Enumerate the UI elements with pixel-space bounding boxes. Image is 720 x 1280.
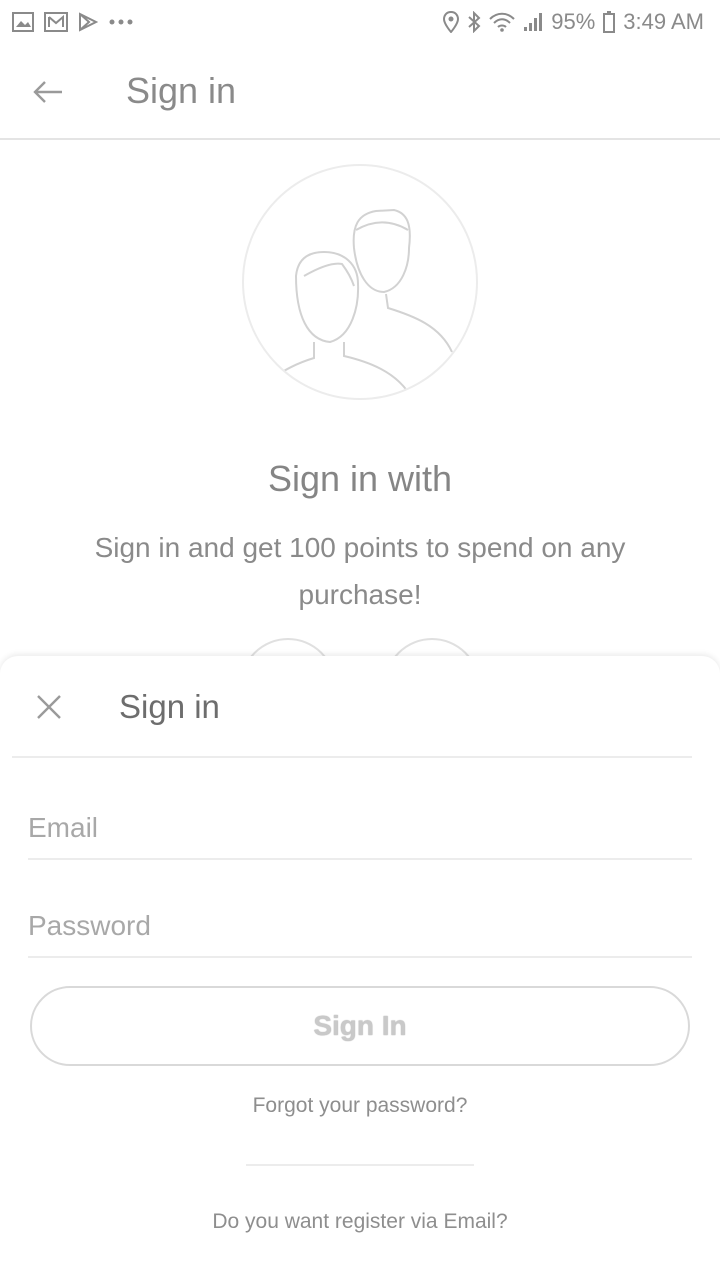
mail-icon [44, 12, 68, 32]
location-icon [443, 11, 460, 33]
page-title: Sign in [126, 70, 237, 111]
status-right: 95% 3:49 AM [443, 9, 704, 35]
battery-icon [603, 11, 616, 33]
password-field[interactable] [28, 896, 692, 958]
back-button[interactable] [28, 72, 68, 112]
users-avatar-illustration [242, 164, 478, 400]
register-email-link[interactable]: Do you want register via Email? [0, 1210, 720, 1234]
close-icon [37, 695, 61, 719]
email-field[interactable] [28, 798, 692, 860]
users-avatar-icon [271, 208, 453, 393]
gallery-icon [12, 12, 34, 32]
app-bar: Sign in [0, 44, 720, 140]
status-bar: 95% 3:49 AM [0, 0, 720, 44]
play-store-icon [79, 12, 98, 32]
wifi-icon [489, 12, 515, 32]
divider [246, 1164, 474, 1166]
close-button[interactable] [34, 692, 64, 722]
battery-percent: 95% [551, 9, 596, 34]
bluetooth-icon [468, 11, 481, 33]
clock: 3:49 AM [623, 9, 704, 34]
sign-in-button[interactable]: Sign In [30, 986, 690, 1066]
status-left [12, 12, 134, 32]
forgot-password-link[interactable]: Forgot your password? [0, 1094, 720, 1118]
back-arrow-icon [33, 81, 62, 103]
signin-heading: Sign in with [267, 458, 453, 499]
signin-bottom-sheet: Sign in Sign In Forgot your password? Do… [0, 656, 720, 1280]
signin-subtitle: Sign in and get 100 points to spend on a… [94, 532, 626, 610]
more-dots-icon [109, 19, 133, 25]
sheet-header: Sign in [12, 656, 692, 758]
sheet-title: Sign in [119, 688, 220, 725]
signal-icon [524, 13, 543, 31]
